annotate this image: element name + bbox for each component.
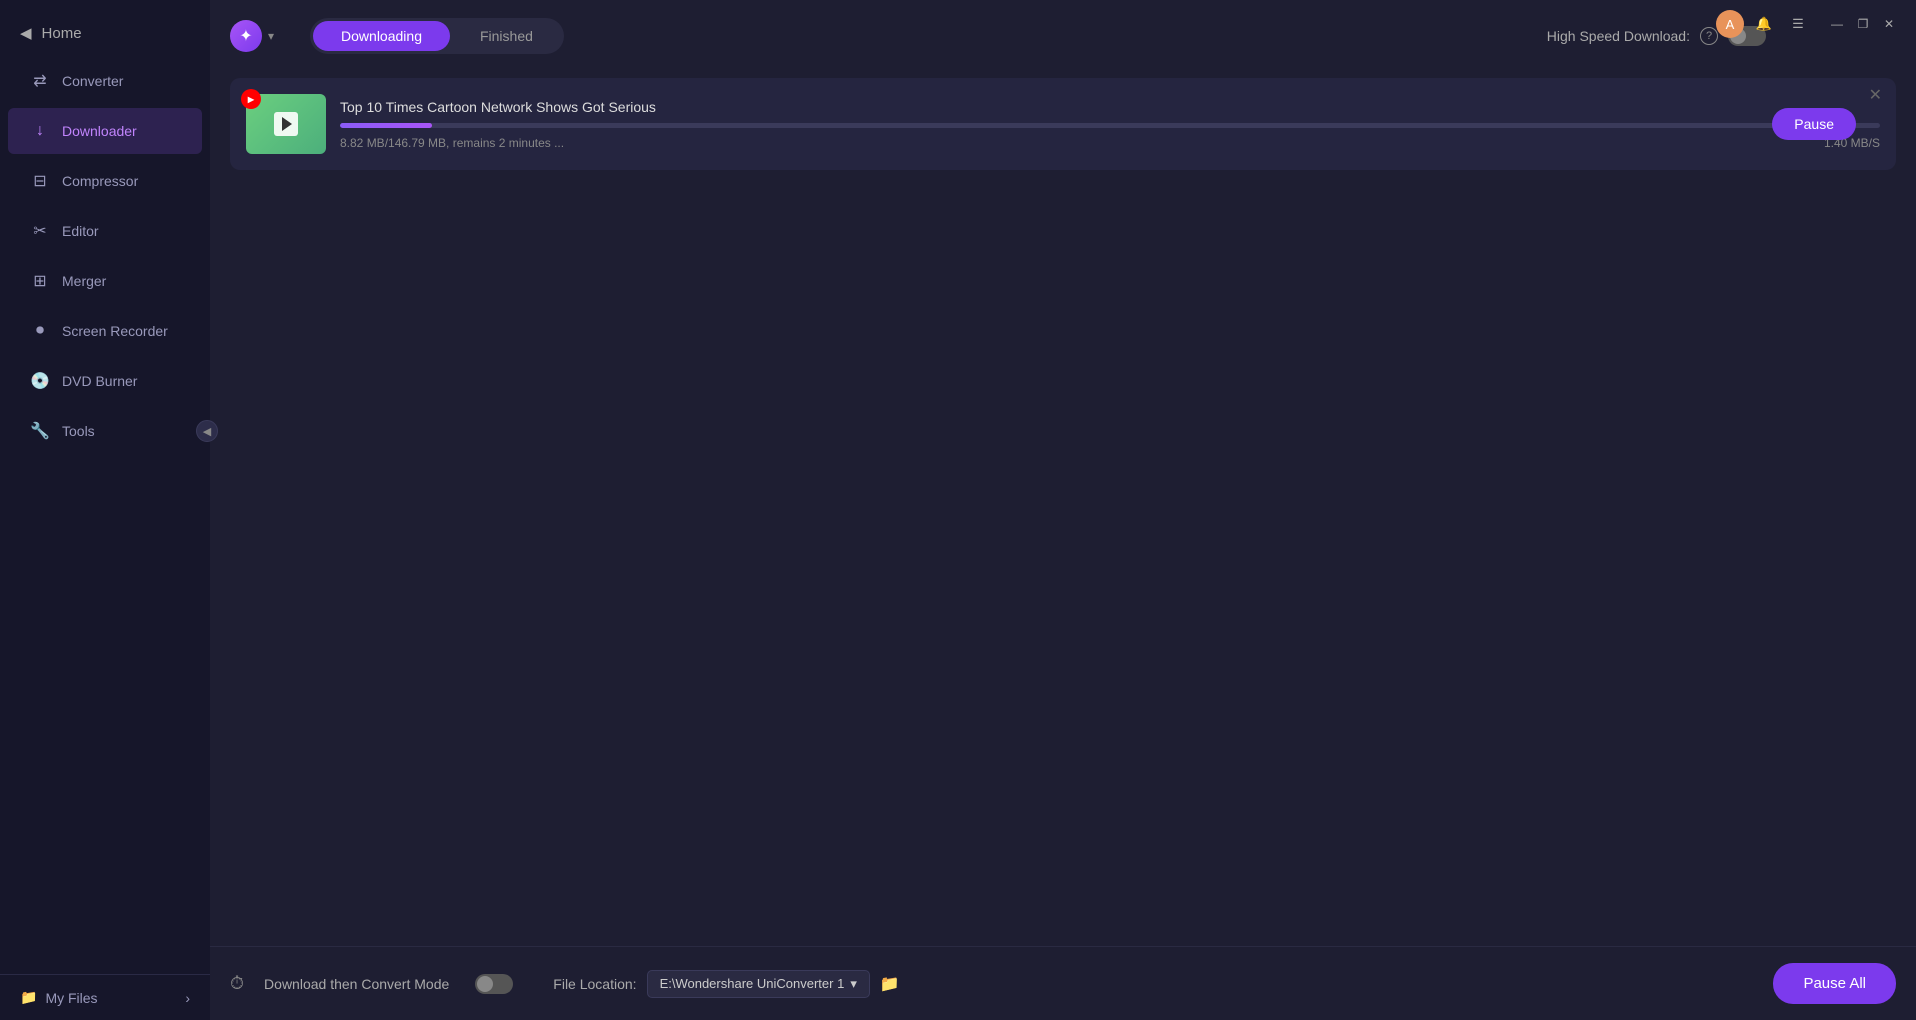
tab-group: Downloading Finished	[310, 18, 564, 54]
sidebar-item-compressor[interactable]: ⊟ Compressor	[8, 158, 202, 204]
tools-icon: 🔧	[30, 421, 50, 441]
main-content: A 🔔 ☰ — ❐ ✕ ✦ ▾ D	[210, 0, 1916, 1020]
card-info: Top 10 Times Cartoon Network Shows Got S…	[340, 99, 1880, 150]
timer-icon[interactable]: ⏱	[230, 973, 244, 994]
screen-recorder-icon: ⏺	[30, 321, 50, 341]
progress-text: 8.82 MB/146.79 MB, remains 2 minutes ...	[340, 136, 564, 150]
minimize-icon: —	[1831, 17, 1843, 31]
menu-button[interactable]: ☰	[1784, 10, 1812, 38]
compressor-label: Compressor	[62, 173, 138, 189]
file-location-label: File Location:	[553, 976, 636, 992]
sidebar-item-merger[interactable]: ⊞ Merger	[8, 258, 202, 304]
screen-recorder-label: Screen Recorder	[62, 323, 168, 339]
downloader-icon: ↓	[30, 121, 50, 141]
folder-icon: 📁	[20, 989, 37, 1006]
progress-info: 8.82 MB/146.79 MB, remains 2 minutes ...…	[340, 136, 1880, 150]
footer: ⏱ Download then Convert Mode File Locati…	[210, 946, 1916, 1020]
close-icon: ✕	[1869, 87, 1882, 104]
user-initial: A	[1726, 17, 1735, 32]
file-path-text: E:\Wondershare UniConverter 1	[660, 976, 845, 991]
merger-icon: ⊞	[30, 271, 50, 291]
restore-button[interactable]: ❐	[1852, 13, 1874, 35]
compressor-icon: ⊟	[30, 171, 50, 191]
minimize-button[interactable]: —	[1826, 13, 1848, 35]
progress-bar-fill	[340, 123, 432, 128]
hamburger-icon: ☰	[1792, 16, 1804, 32]
tab-downloading[interactable]: Downloading	[313, 21, 450, 51]
sidebar-collapse-button[interactable]: ◀	[196, 420, 218, 442]
sidebar-my-files[interactable]: 📁 My Files ›	[0, 974, 210, 1020]
editor-icon: ✂	[30, 221, 50, 241]
card-header: ▶ Top 10 Times Cartoon Network Shows Got…	[246, 94, 1880, 154]
sidebar-item-downloader[interactable]: ↓ Downloader	[8, 108, 202, 154]
video-title: Top 10 Times Cartoon Network Shows Got S…	[340, 99, 1880, 115]
notification-button[interactable]: 🔔	[1750, 10, 1778, 38]
play-icon	[274, 112, 298, 136]
sidebar-item-screen-recorder[interactable]: ⏺ Screen Recorder	[8, 308, 202, 354]
file-path-dropdown[interactable]: E:\Wondershare UniConverter 1 ▾	[647, 970, 870, 998]
downloader-label: Downloader	[62, 123, 137, 139]
sidebar-nav: ⇄ Converter ↓ Downloader ⊟ Compressor ✂ …	[0, 56, 210, 974]
tab-finished[interactable]: Finished	[452, 21, 561, 51]
open-folder-icon[interactable]: 📁	[880, 974, 900, 994]
video-thumbnail: ▶	[246, 94, 326, 154]
window-controls: — ❐ ✕	[1826, 13, 1900, 35]
dvd-burner-label: DVD Burner	[62, 373, 137, 389]
dvd-burner-icon: 💿	[30, 371, 50, 391]
source-badge: ▶	[241, 89, 261, 109]
content-area: ✕ ▶ Top 10 Times Cartoon Network Shows G…	[210, 68, 1916, 946]
pause-button[interactable]: Pause	[1772, 108, 1856, 140]
tools-label: Tools	[62, 423, 95, 439]
sidebar: ◀ Home ⇄ Converter ↓ Downloader ⊟ Compre…	[0, 0, 210, 1020]
titlebar: A 🔔 ☰ — ❐ ✕	[1700, 0, 1916, 48]
pause-all-button[interactable]: Pause All	[1773, 963, 1896, 1004]
app-logo[interactable]: ✦ ▾	[230, 20, 274, 52]
high-speed-label: High Speed Download:	[1547, 28, 1690, 44]
logo-icon: ✦	[230, 20, 262, 52]
progress-bar-track	[340, 123, 1880, 128]
editor-label: Editor	[62, 223, 99, 239]
home-label: Home	[42, 25, 82, 42]
notification-icon: 🔔	[1756, 16, 1772, 32]
user-avatar[interactable]: A	[1716, 10, 1744, 38]
restore-icon: ❐	[1858, 17, 1869, 31]
close-button[interactable]: ✕	[1878, 13, 1900, 35]
file-location-section: File Location: E:\Wondershare UniConvert…	[553, 970, 899, 998]
close-icon: ✕	[1884, 17, 1894, 31]
sidebar-item-converter[interactable]: ⇄ Converter	[8, 58, 202, 104]
sidebar-item-dvd-burner[interactable]: 💿 DVD Burner	[8, 358, 202, 404]
convert-mode-toggle[interactable]	[475, 974, 513, 994]
sidebar-item-editor[interactable]: ✂ Editor	[8, 208, 202, 254]
sidebar-home[interactable]: ◀ Home	[0, 10, 210, 56]
header: ✦ ▾ Downloading Finished High Speed Down…	[210, 0, 1916, 68]
close-card-button[interactable]: ✕	[1869, 88, 1882, 104]
my-files-label: My Files	[45, 990, 97, 1006]
my-files-arrow: ›	[185, 990, 190, 1006]
converter-label: Converter	[62, 73, 123, 89]
logo-dropdown-icon[interactable]: ▾	[268, 29, 274, 43]
chevron-left-icon: ◀	[20, 24, 32, 42]
sidebar-item-tools[interactable]: 🔧 Tools	[8, 408, 202, 454]
download-card: ✕ ▶ Top 10 Times Cartoon Network Shows G…	[230, 78, 1896, 170]
dropdown-arrow-icon: ▾	[850, 976, 857, 992]
merger-label: Merger	[62, 273, 106, 289]
download-convert-label: Download then Convert Mode	[264, 976, 449, 992]
converter-icon: ⇄	[30, 71, 50, 91]
